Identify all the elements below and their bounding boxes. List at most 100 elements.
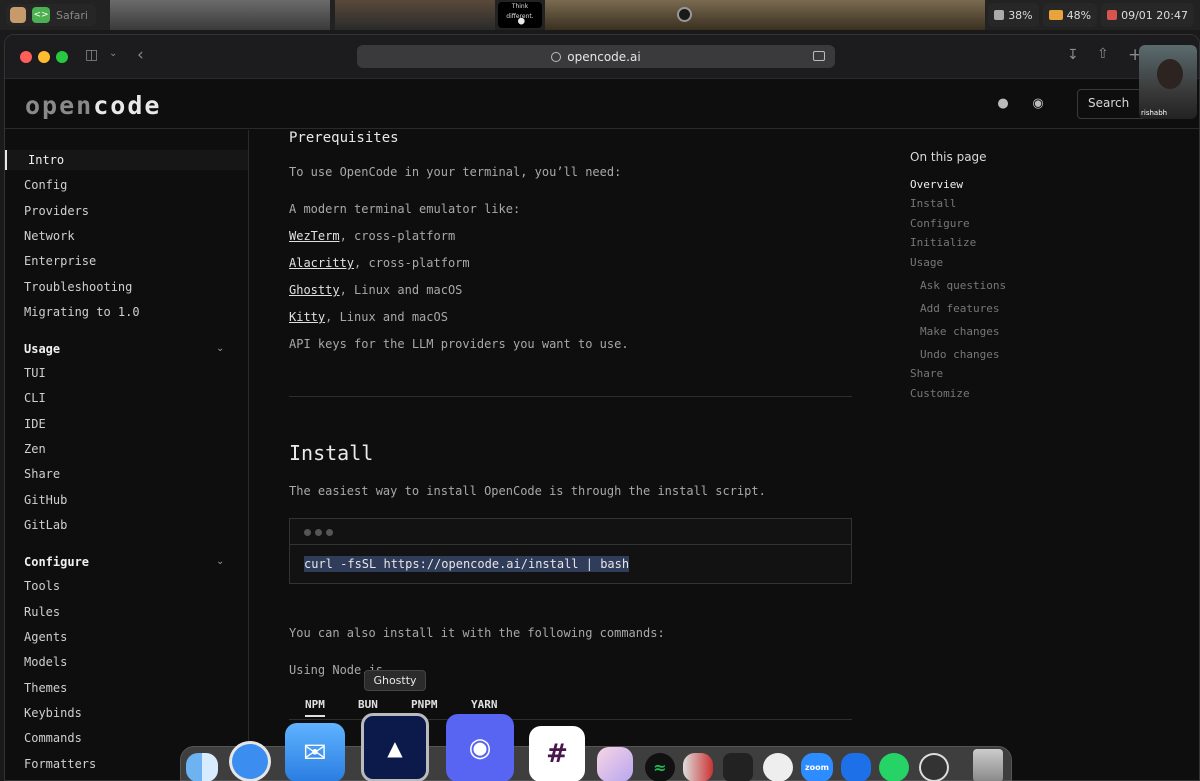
- wezterm-link[interactable]: WezTerm: [289, 229, 340, 243]
- toc-item-usage[interactable]: Usage: [910, 256, 943, 269]
- sidebar-item-commands[interactable]: Commands: [24, 728, 82, 748]
- minimize-window-button[interactable]: [38, 51, 50, 63]
- sidebar-group-configure[interactable]: Configure: [24, 555, 89, 569]
- close-window-button[interactable]: [20, 51, 32, 63]
- sidebar-item-network[interactable]: Network: [24, 226, 75, 246]
- list-item-desc: , cross-platform: [354, 256, 470, 270]
- clock-indicator[interactable]: 09/01 20:47: [1101, 3, 1194, 27]
- share-icon[interactable]: ⇧: [1097, 46, 1109, 62]
- zoom-label: zoom: [805, 763, 829, 772]
- sidebar-item-formatters[interactable]: Formatters: [24, 754, 96, 774]
- tab-yarn[interactable]: YARN: [471, 698, 498, 711]
- sidebar-item-tools[interactable]: Tools: [24, 576, 60, 596]
- ghostty-link[interactable]: Ghostty: [289, 283, 340, 297]
- logo-part-code: code: [93, 91, 162, 120]
- discord-icon[interactable]: ◉: [1030, 96, 1046, 112]
- sidebar-item-config[interactable]: Config: [24, 175, 67, 195]
- toc-item-ask-questions[interactable]: Ask questions: [920, 279, 1006, 292]
- reader-mode-icon[interactable]: [813, 51, 825, 61]
- globe-icon: [551, 51, 562, 62]
- tab-bun[interactable]: BUN: [358, 698, 378, 711]
- install-command[interactable]: curl -fsSL https://opencode.ai/install |…: [290, 545, 851, 572]
- tab-pnpm[interactable]: PNPM: [411, 698, 438, 711]
- git-icon[interactable]: [683, 753, 713, 781]
- tab-npm[interactable]: NPM: [305, 698, 325, 717]
- sidebar-group-usage[interactable]: Usage: [24, 342, 60, 356]
- slack-icon[interactable]: #: [529, 726, 585, 781]
- browser-toolbar: ◫ ⌄ ‹ opencode.ai ↧ ⇧ +: [5, 35, 1199, 79]
- opencode-logo[interactable]: opencode: [25, 91, 161, 120]
- sidebar-item-cli[interactable]: CLI: [24, 388, 46, 408]
- install-command-text: curl -fsSL https://opencode.ai/install |…: [304, 556, 630, 572]
- list-item: WezTerm, cross-platform: [289, 229, 455, 243]
- sidebar-item-models[interactable]: Models: [24, 652, 67, 672]
- safari-icon[interactable]: [229, 741, 271, 781]
- sidebar-item-gitlab[interactable]: GitLab: [24, 515, 67, 535]
- finder-icon[interactable]: [186, 753, 218, 781]
- sidebar-item-migrating[interactable]: Migrating to 1.0: [24, 302, 140, 322]
- discord-icon[interactable]: ◉: [446, 714, 514, 781]
- toc-item-initialize[interactable]: Initialize: [910, 236, 976, 249]
- sidebar-item-share[interactable]: Share: [24, 464, 60, 484]
- sidebar-item-enterprise[interactable]: Enterprise: [24, 251, 96, 271]
- zoom-icon[interactable]: zoom: [801, 753, 833, 781]
- download-icon[interactable]: ↧: [1067, 47, 1079, 63]
- list-item-desc: , Linux and macOS: [339, 283, 463, 297]
- chevron-down-icon[interactable]: ⌄: [216, 343, 224, 354]
- mail-icon[interactable]: ✉: [285, 723, 345, 781]
- toc-item-configure[interactable]: Configure: [910, 217, 970, 230]
- sidebar-item-github[interactable]: GitHub: [24, 490, 67, 510]
- install-intro: The easiest way to install OpenCode is t…: [289, 484, 766, 498]
- linear-icon[interactable]: [763, 753, 793, 781]
- datetime: 09/01 20:47: [1121, 8, 1188, 22]
- kitty-link[interactable]: Kitty: [289, 310, 325, 324]
- docs-sidebar: Intro Config Providers Network Enterpris…: [5, 130, 249, 780]
- address-bar[interactable]: opencode.ai: [357, 45, 835, 68]
- toc-item-overview[interactable]: Overview: [910, 178, 963, 191]
- claude-icon[interactable]: [597, 747, 633, 781]
- spotify-icon[interactable]: [677, 7, 692, 22]
- cursor-icon[interactable]: [723, 753, 753, 781]
- list-item: Ghostty, Linux and macOS: [289, 283, 462, 297]
- zoom-window-button[interactable]: [56, 51, 68, 63]
- sidebar-toggle-icon[interactable]: ◫: [85, 47, 98, 63]
- trash-icon[interactable]: [973, 749, 1003, 781]
- toc-title: On this page: [910, 150, 987, 164]
- toc-item-undo-changes[interactable]: Undo changes: [920, 348, 999, 361]
- sidebar-item-zen[interactable]: Zen: [24, 439, 46, 459]
- alacritty-link[interactable]: Alacritty: [289, 256, 354, 270]
- keynote-icon[interactable]: [841, 753, 871, 781]
- github-icon[interactable]: ●: [995, 96, 1011, 112]
- sidebar-item-intro[interactable]: Intro: [5, 150, 248, 170]
- toc-item-install[interactable]: Install: [910, 197, 956, 210]
- battery-indicator[interactable]: 48%: [1042, 3, 1098, 27]
- frontmost-app-indicator[interactable]: <> Safari: [6, 4, 96, 26]
- sidebar-item-rules[interactable]: Rules: [24, 602, 60, 622]
- toc-item-share[interactable]: Share: [910, 367, 943, 380]
- sidebar-item-providers[interactable]: Providers: [24, 201, 89, 221]
- toc-item-customize[interactable]: Customize: [910, 387, 970, 400]
- spotify-icon[interactable]: ≈: [645, 753, 675, 781]
- ghostty-icon[interactable]: ▲: [361, 713, 429, 781]
- whatsapp-icon[interactable]: [879, 753, 909, 781]
- toc-item-make-changes[interactable]: Make changes: [920, 325, 999, 338]
- sidebar-item-troubleshooting[interactable]: Troubleshooting: [24, 277, 132, 297]
- toc-item-add-features[interactable]: Add features: [920, 302, 999, 315]
- obs-icon[interactable]: [919, 753, 949, 781]
- webcam-name: rishabh: [1141, 109, 1168, 117]
- sidebar-item-agents[interactable]: Agents: [24, 627, 67, 647]
- list-item-desc: , cross-platform: [339, 229, 456, 243]
- macos-menubar: <> Safari ● Think different. 38% 48% 09/…: [0, 0, 1200, 30]
- volume-indicator[interactable]: 38%: [988, 3, 1039, 27]
- back-icon[interactable]: ‹: [137, 45, 144, 65]
- chevron-down-icon[interactable]: ⌄: [109, 48, 117, 59]
- speaker-icon: [994, 10, 1005, 20]
- sidebar-item-themes[interactable]: Themes: [24, 678, 67, 698]
- sidebar-item-keybinds[interactable]: Keybinds: [24, 703, 82, 723]
- calendar-icon: [1107, 10, 1118, 20]
- wallpaper-photo: [110, 0, 330, 30]
- sidebar-item-ide[interactable]: IDE: [24, 414, 46, 434]
- sidebar-item-tui[interactable]: TUI: [24, 363, 46, 383]
- code-block[interactable]: curl -fsSL https://opencode.ai/install |…: [289, 518, 852, 584]
- chevron-down-icon[interactable]: ⌄: [216, 556, 224, 567]
